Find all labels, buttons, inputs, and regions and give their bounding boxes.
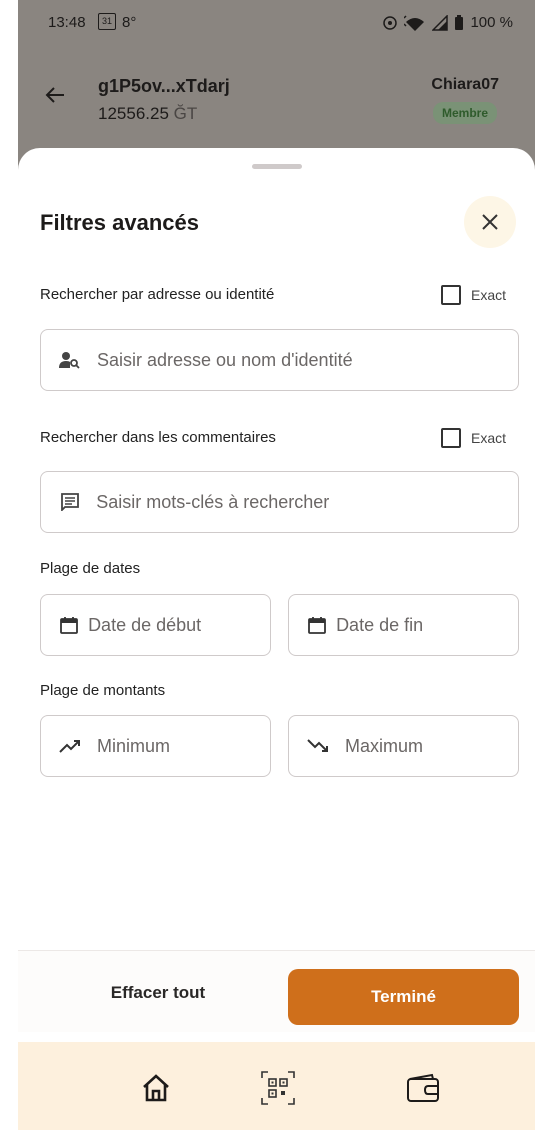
end-date-field[interactable] [288, 594, 519, 656]
trending-down-icon [307, 734, 329, 758]
address-exact-label: Exact [471, 287, 507, 303]
address-search-field[interactable] [40, 329, 519, 391]
signal-icon [432, 14, 449, 31]
comment-exact-label: Exact [471, 430, 507, 446]
battery-icon [455, 14, 464, 30]
person-search-icon [59, 348, 81, 372]
minimum-amount-input[interactable] [97, 735, 270, 757]
comment-search-field[interactable] [40, 471, 519, 533]
currency-unit: ĞT [173, 104, 198, 123]
wifi-icon [404, 14, 425, 31]
close-icon [482, 214, 498, 230]
comment-icon [59, 490, 80, 514]
status-bar: 13:48 31 8° 100 % [18, 0, 535, 44]
battery-percent: 100 % [470, 14, 513, 31]
bottom-nav [18, 1042, 535, 1130]
close-button[interactable] [464, 196, 516, 248]
nav-wallet[interactable] [404, 1068, 444, 1108]
left-margin [0, 0, 18, 1135]
maximum-amount-input[interactable] [345, 735, 518, 757]
location-icon [383, 15, 398, 30]
wallet-icon [407, 1073, 439, 1102]
address-search-input[interactable] [97, 349, 518, 371]
calendar-icon: 31 [98, 13, 116, 30]
end-date-input[interactable] [336, 614, 518, 636]
sheet-title: Filtres avancés [40, 210, 199, 235]
member-badge: Membre [432, 102, 497, 124]
app-header: g1P5ov...xTdarj 12556.25 ĞT Chiara07 Mem… [18, 60, 535, 140]
comment-exact-toggle[interactable]: Exact [441, 428, 506, 448]
comment-search-label: Rechercher dans les commentaires [40, 429, 276, 446]
home-icon [143, 1074, 169, 1102]
nav-home[interactable] [136, 1068, 176, 1108]
advanced-filters-sheet: Filtres avancés Rechercher par adresse o… [18, 148, 535, 1135]
drag-handle[interactable] [252, 164, 302, 169]
back-arrow-icon[interactable] [44, 84, 66, 106]
minimum-amount-field[interactable] [40, 715, 271, 777]
start-date-field[interactable] [40, 594, 271, 656]
calendar-icon [59, 613, 78, 637]
comment-exact-checkbox[interactable] [441, 428, 461, 448]
qr-code-icon [261, 1071, 295, 1105]
status-icons: 100 % [382, 14, 513, 31]
status-time: 13:48 [48, 14, 86, 31]
trending-up-icon [59, 734, 81, 758]
calendar-icon [307, 613, 326, 637]
nav-qr-code[interactable] [258, 1068, 298, 1108]
account-balance: 12556.25 ĞT [98, 104, 197, 124]
maximum-amount-field[interactable] [288, 715, 519, 777]
amount-range-label: Plage de montants [40, 682, 166, 699]
account-name: g1P5ov...xTdarj [98, 76, 230, 96]
address-exact-toggle[interactable]: Exact [441, 285, 506, 305]
balance-value: 12556.25 [98, 104, 169, 123]
bottom-actions: Effacer tout Terminé [18, 950, 535, 1032]
address-search-label: Rechercher par adresse ou identité [40, 286, 275, 303]
phone-screen: 13:48 31 8° 100 % g1P5ov...xTdarj 12556.… [18, 0, 535, 1135]
done-button[interactable]: Terminé [288, 969, 519, 1025]
status-temperature: 8° [122, 14, 137, 31]
clear-all-button[interactable]: Effacer tout [78, 983, 238, 1003]
date-range-label: Plage de dates [40, 560, 141, 577]
user-name: Chiara07 [431, 76, 499, 93]
address-exact-checkbox[interactable] [441, 285, 461, 305]
comment-search-input[interactable] [96, 491, 518, 513]
start-date-input[interactable] [88, 614, 270, 636]
